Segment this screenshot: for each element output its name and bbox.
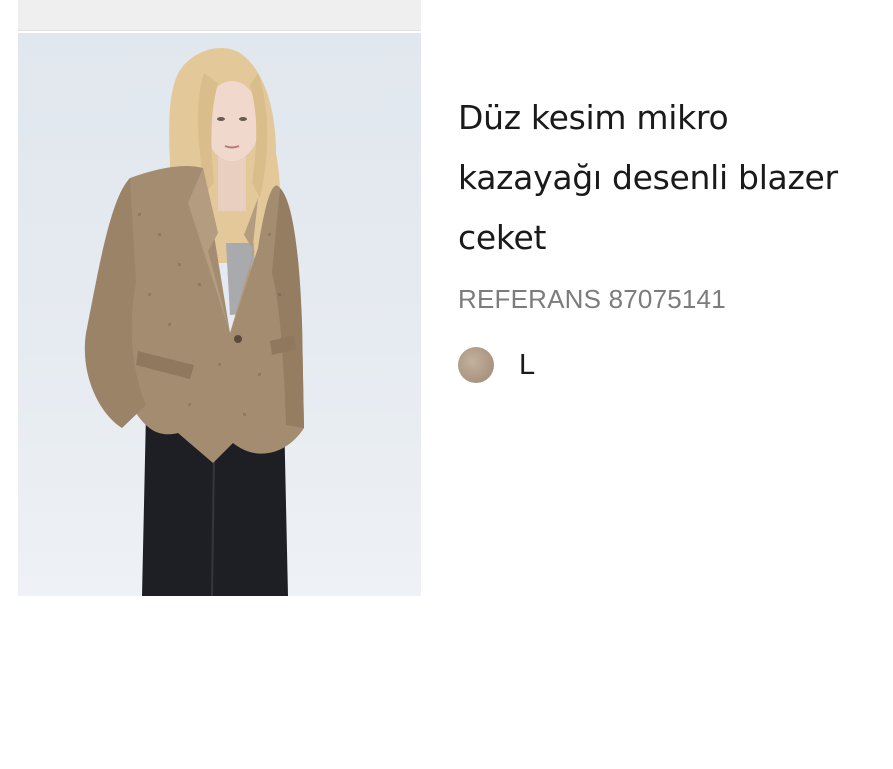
product-reference: REFERANS 87075141 — [458, 284, 726, 314]
product-size: L — [519, 348, 536, 381]
model-photo-illustration — [84, 48, 304, 596]
product-info: Düz kesim mikro kazayağı desenli blazer … — [458, 88, 878, 384]
product-image[interactable] — [18, 33, 421, 596]
product-title-line-3: ceket — [458, 218, 547, 257]
product-title-line-2: kazayağı desenli blazer — [458, 158, 838, 197]
product-title[interactable]: Düz kesim mikro kazayağı desenli blazer … — [458, 88, 878, 268]
product-variant: L — [458, 346, 878, 384]
previous-card-edge — [18, 0, 421, 31]
product-title-line-1: Düz kesim mikro — [458, 98, 729, 137]
color-swatch — [458, 347, 494, 383]
